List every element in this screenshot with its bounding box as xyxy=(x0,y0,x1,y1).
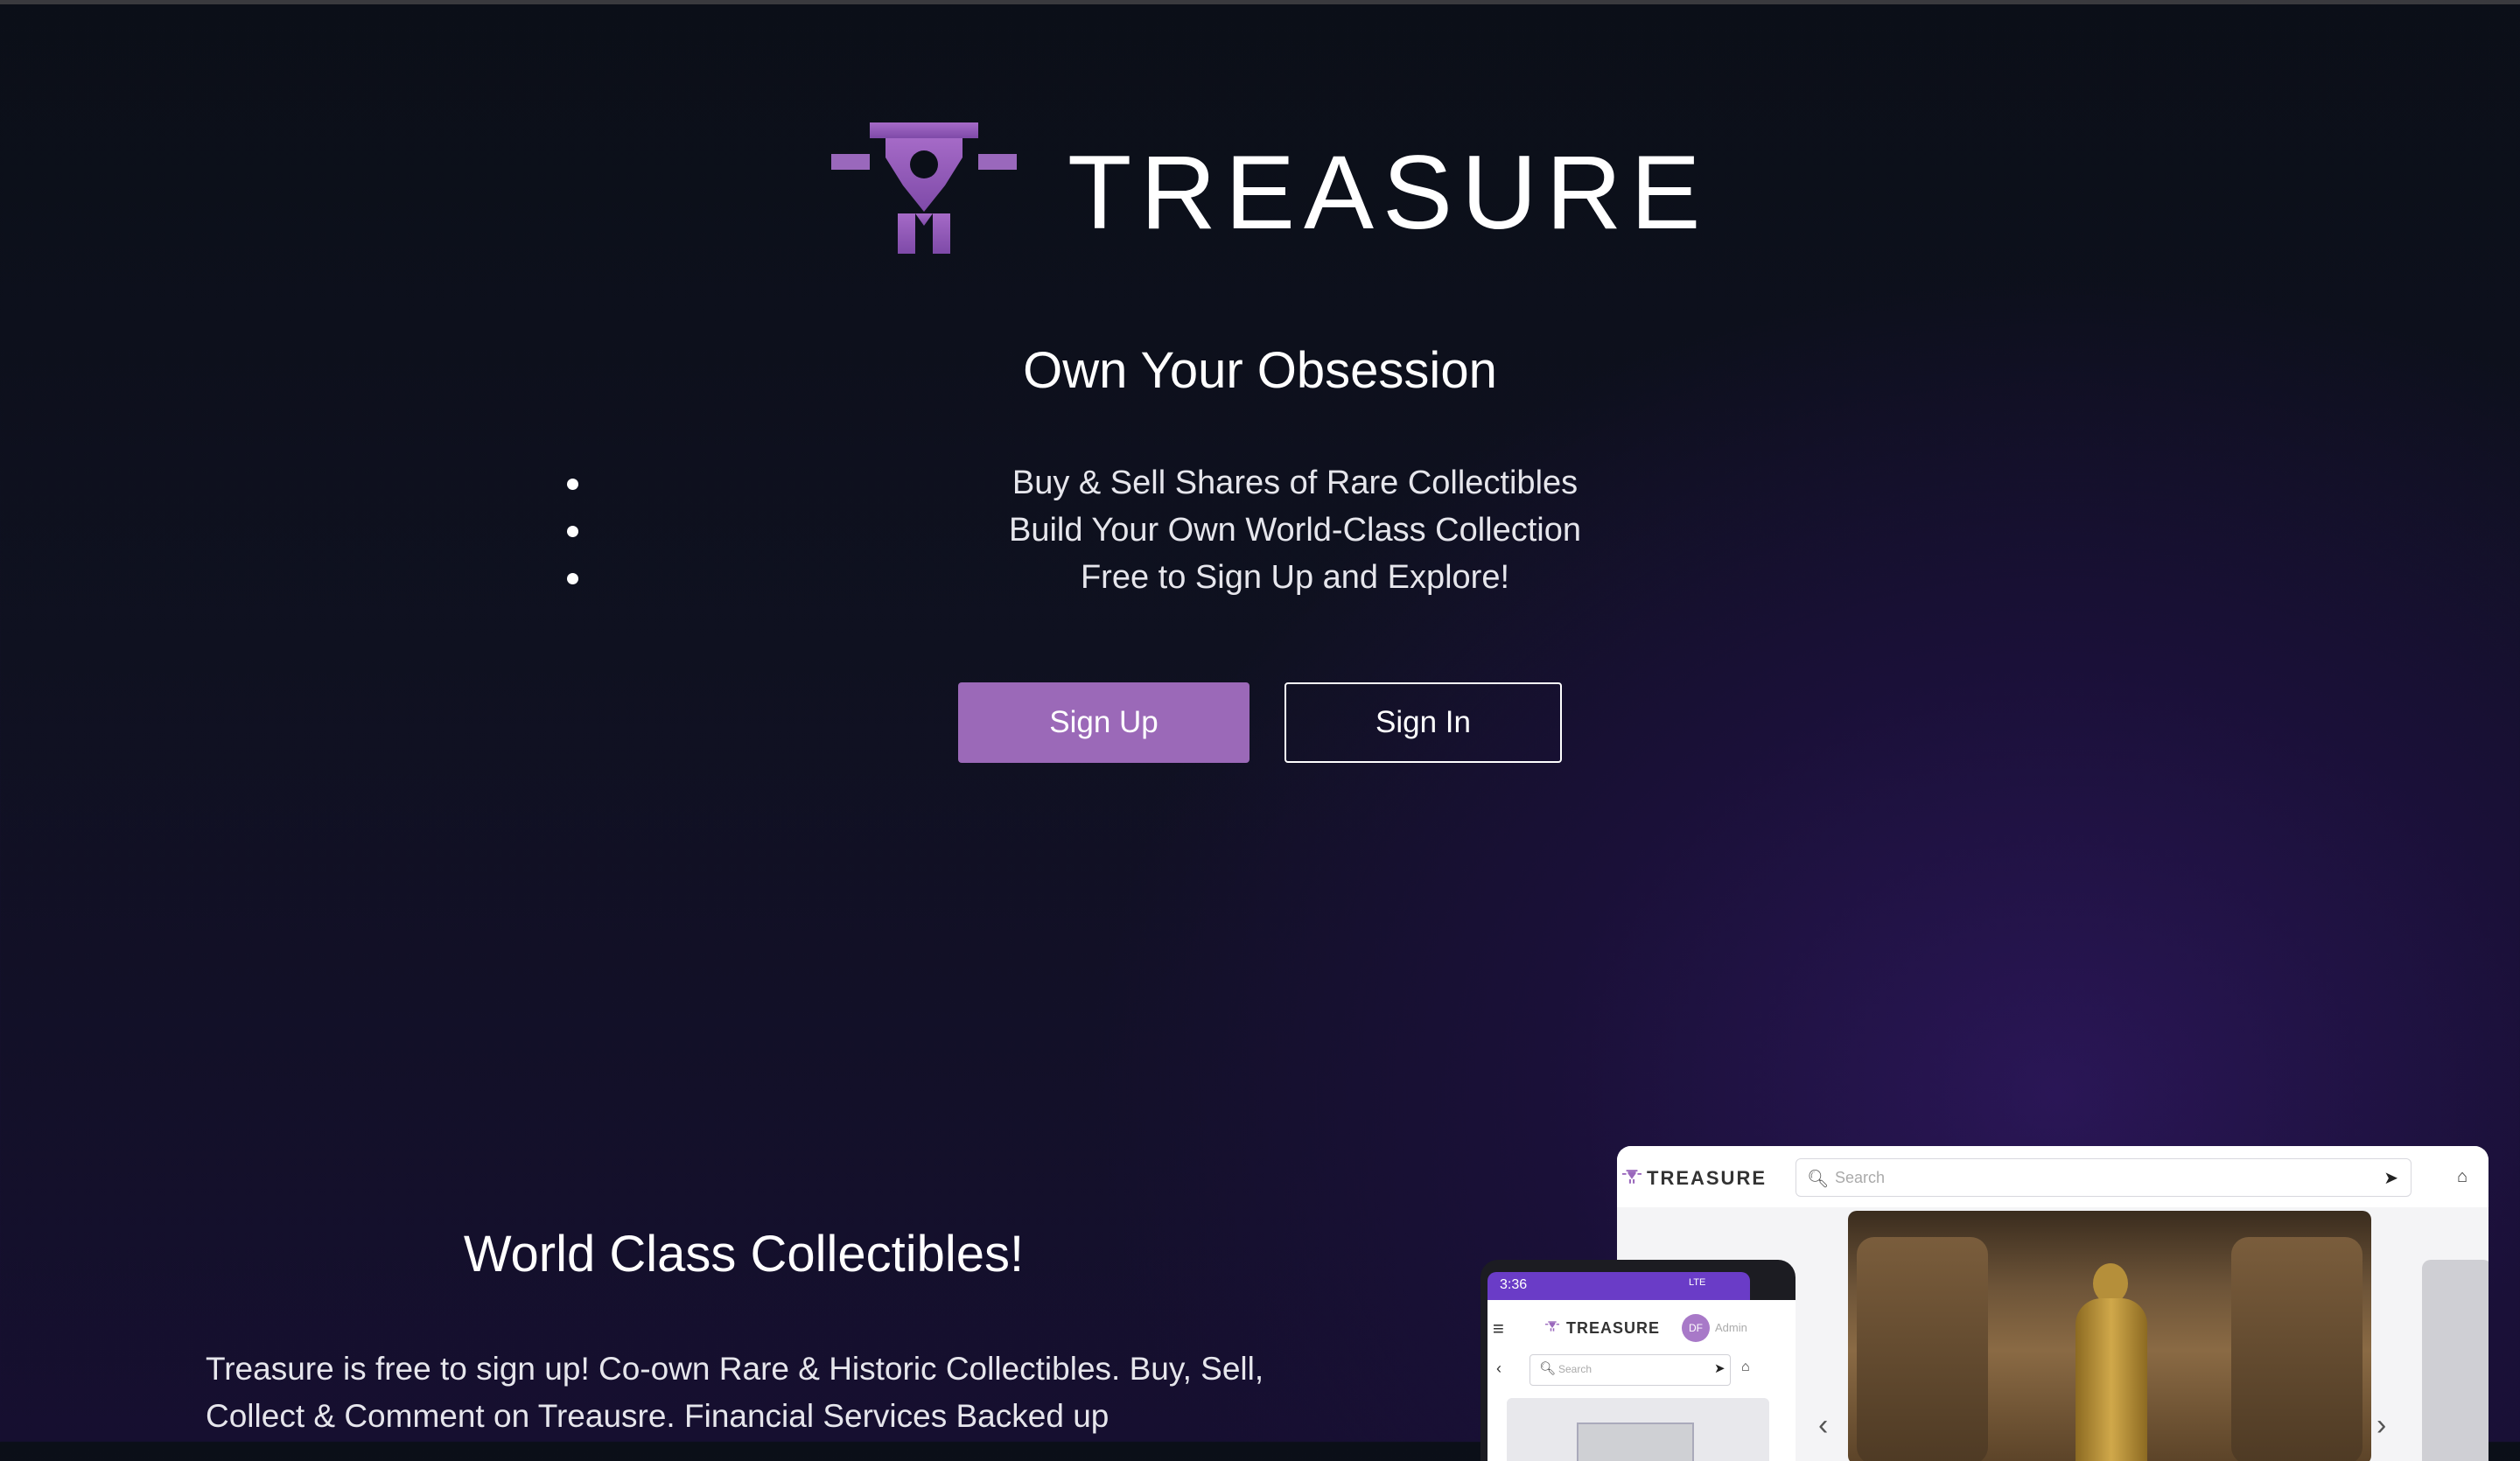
section-body: Treasure is free to sign up! Co-own Rare… xyxy=(206,1351,1264,1434)
phone-logo-icon xyxy=(1545,1321,1559,1332)
section-title: World Class Collectibles! xyxy=(463,1226,1025,1283)
mockup-brand: TREASURE xyxy=(1647,1167,1768,1189)
avatar: DF xyxy=(1682,1314,1710,1342)
bullet-text: Buy & Sell Shares of Rare Collectibles xyxy=(1012,465,1578,501)
phone-screen: ≡ TREASURE DF Admin ‹ 🔍︎ Search ➤ ⌂ xyxy=(1488,1300,1796,1461)
phone-signal: LTE xyxy=(1689,1277,1706,1288)
chair-shape xyxy=(2231,1237,2362,1461)
bullet-item: Build Your Own World-Class Collection xyxy=(560,507,2030,554)
mockup-logo-icon xyxy=(1622,1170,1642,1184)
phone-search-field: 🔍︎ Search ➤ xyxy=(1530,1354,1731,1386)
chevron-left-icon: ‹ xyxy=(1818,1409,1829,1442)
search-icon: 🔍︎ xyxy=(1807,1170,1830,1189)
bullet-text: Build Your Own World-Class Collection xyxy=(1008,512,1582,549)
sign-in-button[interactable]: Sign In xyxy=(1284,682,1562,763)
home-icon: ⌂ xyxy=(1741,1360,1750,1374)
hero-bullet-list: Buy & Sell Shares of Rare Collectibles B… xyxy=(560,459,2030,601)
hamburger-menu-icon: ≡ xyxy=(1493,1318,1504,1339)
chevron-left-icon: ‹ xyxy=(1496,1360,1502,1377)
phone-time: 3:36 xyxy=(1500,1277,1528,1292)
phone-app-mockup: 3:36 LTE ≡ TREASURE DF Admin ‹ 🔍︎ Search… xyxy=(1480,1260,1796,1461)
mockup-collectible-image xyxy=(1848,1211,2371,1461)
home-icon: ⌂ xyxy=(2457,1167,2468,1186)
phone-brand: TREASURE xyxy=(1566,1319,1661,1337)
mockup-header-bar: TREASURE 🔍︎ Search ➤ ⌂ xyxy=(1617,1146,2488,1207)
collectible-thumbnail xyxy=(1577,1423,1694,1461)
phone-search-placeholder: Search xyxy=(1558,1363,1592,1375)
chair-shape xyxy=(1857,1237,1988,1461)
bullet-item: Buy & Sell Shares of Rare Collectibles xyxy=(560,459,2030,507)
search-icon: 🔍︎ xyxy=(1539,1361,1557,1376)
mockup-search-field: 🔍︎ Search ➤ xyxy=(1796,1158,2412,1197)
logo-wordmark: TREASURE xyxy=(1068,134,1710,251)
sign-up-button[interactable]: Sign Up xyxy=(958,682,1250,763)
mockup-side-card xyxy=(2422,1260,2488,1461)
statue-body xyxy=(2076,1298,2147,1461)
treasure-logo-icon xyxy=(831,122,1017,254)
phone-collectible-card xyxy=(1507,1398,1769,1461)
send-icon: ➤ xyxy=(1714,1361,1726,1376)
send-icon: ➤ xyxy=(2384,1169,2398,1188)
treasure-logo[interactable]: TREASURE xyxy=(831,122,1700,254)
bullet-item: Free to Sign Up and Explore! xyxy=(560,554,2030,601)
bullet-text: Free to Sign Up and Explore! xyxy=(1080,559,1510,596)
phone-admin-label: Admin xyxy=(1715,1321,1747,1334)
hero-tagline: Own Your Obsession xyxy=(1023,342,1497,399)
mockup-search-placeholder: Search xyxy=(1835,1169,1886,1186)
window-top-border xyxy=(0,0,2520,4)
chevron-right-icon: › xyxy=(2376,1409,2387,1442)
